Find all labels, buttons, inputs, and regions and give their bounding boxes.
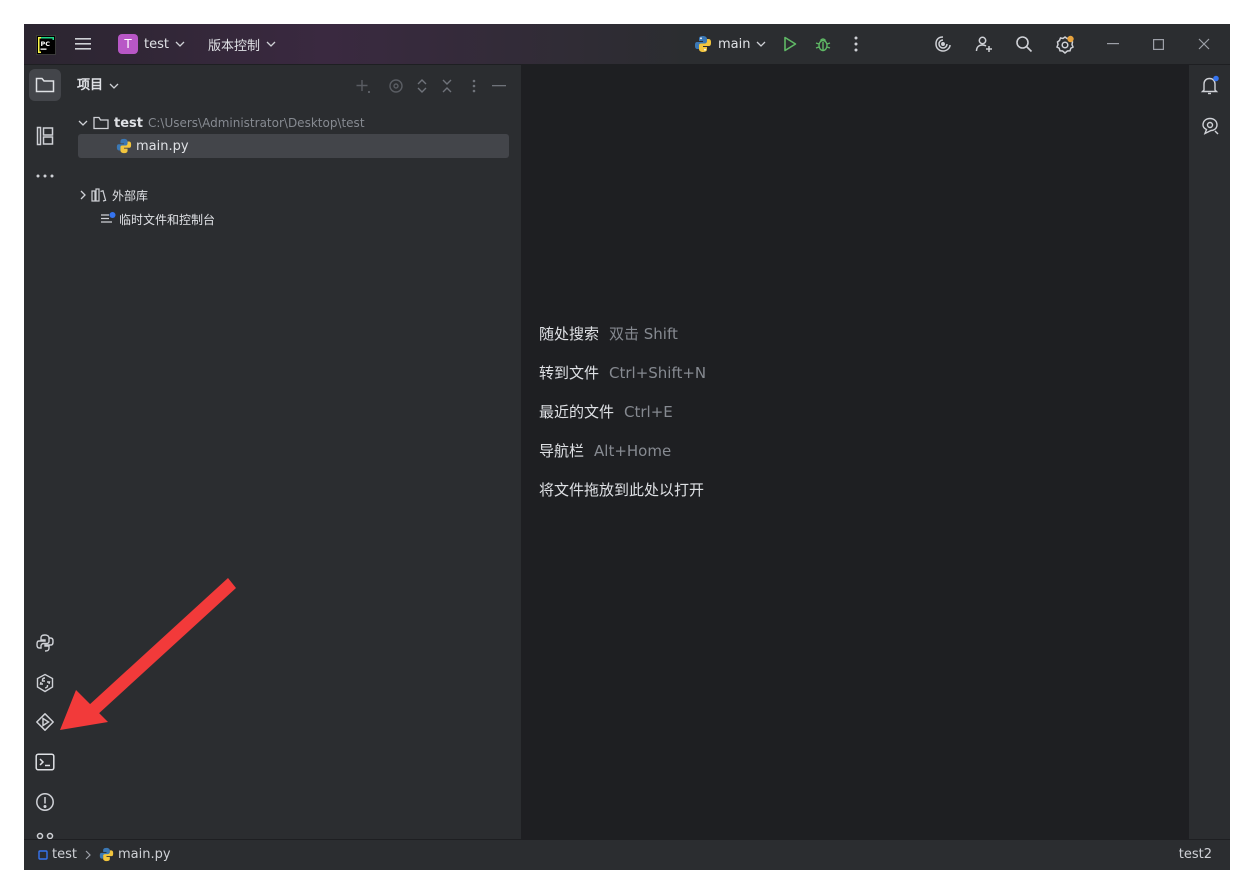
structure-tool-button[interactable] (33, 124, 57, 148)
more-tools-icon[interactable] (33, 164, 57, 188)
breadcrumb-project[interactable]: test (52, 847, 77, 862)
file-name: main.py (136, 138, 189, 154)
ide-window: PC T test 版本控制 main 项目 test C:\Users\Adm… (24, 24, 1230, 870)
chevron-down-icon (109, 83, 119, 89)
hint-label: 最近的文件 (539, 403, 615, 421)
external-libs-label: 外部库 (112, 188, 149, 203)
right-tool-strip (1188, 65, 1230, 839)
project-badge: T (118, 34, 138, 54)
select-opened-file-icon[interactable] (387, 77, 405, 95)
project-panel-title: 项目 (77, 78, 104, 93)
terminal-tool-button[interactable] (33, 750, 57, 774)
svg-text:PC: PC (41, 40, 51, 48)
warning-circle-icon (36, 793, 54, 811)
hint-goto-file: 转到文件 Ctrl+Shift+N (539, 363, 706, 383)
project-tool-button[interactable] (29, 69, 61, 101)
scratches-icon (101, 212, 116, 223)
expand-all-icon[interactable] (413, 77, 431, 95)
breadcrumb-file[interactable]: main.py (118, 847, 171, 862)
services-tool-button[interactable] (33, 671, 57, 695)
notifications-icon[interactable] (1198, 73, 1222, 97)
hint-label: 导航栏 (539, 442, 585, 460)
tree-row-file-selected[interactable]: main.py (78, 134, 509, 158)
problems-tool-button[interactable] (33, 790, 57, 814)
project-panel: 项目 test C:\Users\Administrator\Desktop\t… (66, 65, 522, 839)
hint-shortcut: 双击 Shift (609, 325, 678, 343)
close-button[interactable] (1194, 34, 1214, 54)
hint-navigation-bar: 导航栏 Alt+Home (539, 441, 671, 461)
hint-label: 随处搜索 (539, 325, 600, 343)
project-panel-header[interactable]: 项目 (77, 78, 119, 94)
chevron-down-icon (757, 41, 766, 47)
chevron-down-icon (175, 41, 185, 47)
chevron-right-icon (85, 850, 91, 859)
hide-panel-icon[interactable] (490, 77, 508, 95)
hint-drop-files: 将文件拖放到此处以打开 (539, 480, 704, 500)
project-switcher[interactable]: T test (118, 34, 185, 54)
left-tool-strip (24, 65, 67, 852)
vcs-label: 版本控制 (208, 38, 261, 54)
run-config-selector[interactable]: main (694, 34, 766, 54)
python-icon (695, 36, 711, 52)
vcs-menu[interactable]: 版本控制 (208, 34, 276, 54)
project-name: test (144, 36, 169, 52)
terminal-icon (35, 753, 55, 771)
scratches-label: 临时文件和控制台 (119, 212, 216, 227)
library-icon (91, 188, 107, 202)
interpreter-widget[interactable]: test2 (1179, 847, 1212, 862)
title-bar: PC T test 版本控制 main (24, 24, 1230, 65)
tree-row-scratches[interactable]: 临时文件和控制台 (100, 210, 215, 228)
options-icon[interactable] (465, 77, 483, 95)
hint-recent-files: 最近的文件 Ctrl+E (539, 402, 673, 422)
debug-button[interactable] (813, 34, 833, 54)
python-file-icon (116, 138, 132, 154)
python-console-icon (36, 673, 54, 693)
run-button[interactable] (780, 34, 800, 54)
hint-label: 将文件拖放到此处以打开 (539, 481, 705, 499)
main-menu-icon[interactable] (74, 34, 94, 54)
editor-area[interactable]: 随处搜索 双击 Shift 转到文件 Ctrl+Shift+N 最近的文件 Ctrl+… (522, 65, 1188, 839)
search-icon[interactable] (1014, 34, 1034, 54)
maximize-button[interactable] (1148, 34, 1168, 54)
pycharm-logo-icon[interactable]: PC (36, 35, 56, 55)
hint-shortcut: Alt+Home (594, 442, 672, 460)
ai-assistant-icon[interactable] (1198, 114, 1222, 138)
hint-shortcut: Ctrl+E (624, 403, 673, 421)
hint-label: 转到文件 (539, 364, 600, 382)
root-folder-path: C:\Users\Administrator\Desktop\test (147, 116, 365, 130)
add-user-icon[interactable] (974, 34, 994, 54)
settings-gear-icon[interactable] (1054, 34, 1076, 56)
root-folder-name: test (114, 115, 143, 131)
run-config-name: main (718, 36, 751, 52)
collapse-all-icon[interactable] (438, 77, 456, 95)
hint-search-everywhere: 随处搜索 双击 Shift (539, 324, 678, 344)
python-packages-tool-button[interactable] (33, 631, 57, 655)
module-icon (38, 849, 48, 860)
more-actions-icon[interactable] (846, 34, 866, 54)
python-outline-icon (36, 634, 54, 652)
hint-shortcut: Ctrl+Shift+N (609, 364, 707, 382)
chevron-down-icon (266, 41, 276, 47)
minimize-button[interactable] (1103, 34, 1123, 54)
folder-icon (93, 116, 109, 130)
breadcrumb: test main.py (38, 847, 171, 862)
chevron-down-icon (78, 120, 88, 126)
run-circle-icon (36, 713, 54, 731)
structure-icon (36, 126, 54, 146)
code-with-me-icon[interactable] (933, 34, 953, 54)
status-bar: test main.py test2 (24, 839, 1230, 870)
folder-icon (35, 77, 55, 93)
python-file-icon (99, 847, 114, 862)
run-tool-button[interactable] (33, 710, 57, 734)
tree-row-root[interactable]: test C:\Users\Administrator\Desktop\test (78, 114, 365, 132)
chevron-right-icon (80, 190, 86, 200)
new-file-icon[interactable] (354, 77, 372, 95)
tree-row-external-libs[interactable]: 外部库 (80, 186, 148, 204)
